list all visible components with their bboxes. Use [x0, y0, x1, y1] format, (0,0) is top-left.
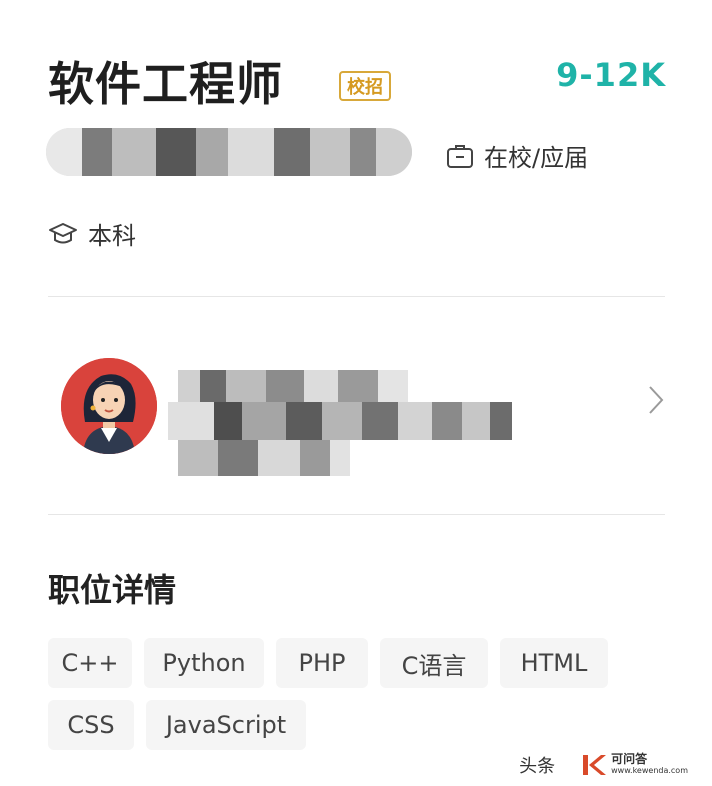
watermark: 头条 可问答 www.kewenda.com: [519, 752, 688, 778]
kewenda-logo-icon: [583, 755, 607, 775]
skill-tag: HTML: [500, 638, 608, 688]
chevron-right-icon[interactable]: [646, 384, 666, 416]
graduation-cap-icon: [49, 222, 77, 243]
divider: [48, 296, 665, 297]
job-title: 软件工程师: [48, 57, 283, 111]
skill-tag: Python: [144, 638, 264, 688]
skill-tag: PHP: [276, 638, 368, 688]
watermark-brand: 可问答: [611, 752, 648, 766]
campus-badge: 校招: [339, 71, 391, 101]
section-title: 职位详情: [48, 571, 177, 609]
blurred-company-info: [46, 128, 412, 176]
avatar-illustration: [61, 358, 157, 454]
education-row: 本科: [48, 216, 136, 251]
avatar[interactable]: [61, 358, 157, 454]
skill-tag: CSS: [48, 700, 134, 750]
status-text: 在校/应届: [484, 144, 589, 172]
briefcase-icon: [447, 144, 473, 168]
education-text: 本科: [88, 222, 136, 250]
skill-tag: C++: [48, 638, 132, 688]
salary: 9-12K: [556, 56, 666, 94]
blurred-recruiter-info[interactable]: [158, 368, 514, 478]
divider: [48, 514, 665, 515]
watermark-source: 头条: [519, 756, 556, 777]
skill-tag: JavaScript: [146, 700, 306, 750]
status-row: 在校/应届: [446, 138, 588, 173]
watermark-domain: www.kewenda.com: [611, 766, 688, 775]
skill-tag: C语言: [380, 638, 488, 688]
